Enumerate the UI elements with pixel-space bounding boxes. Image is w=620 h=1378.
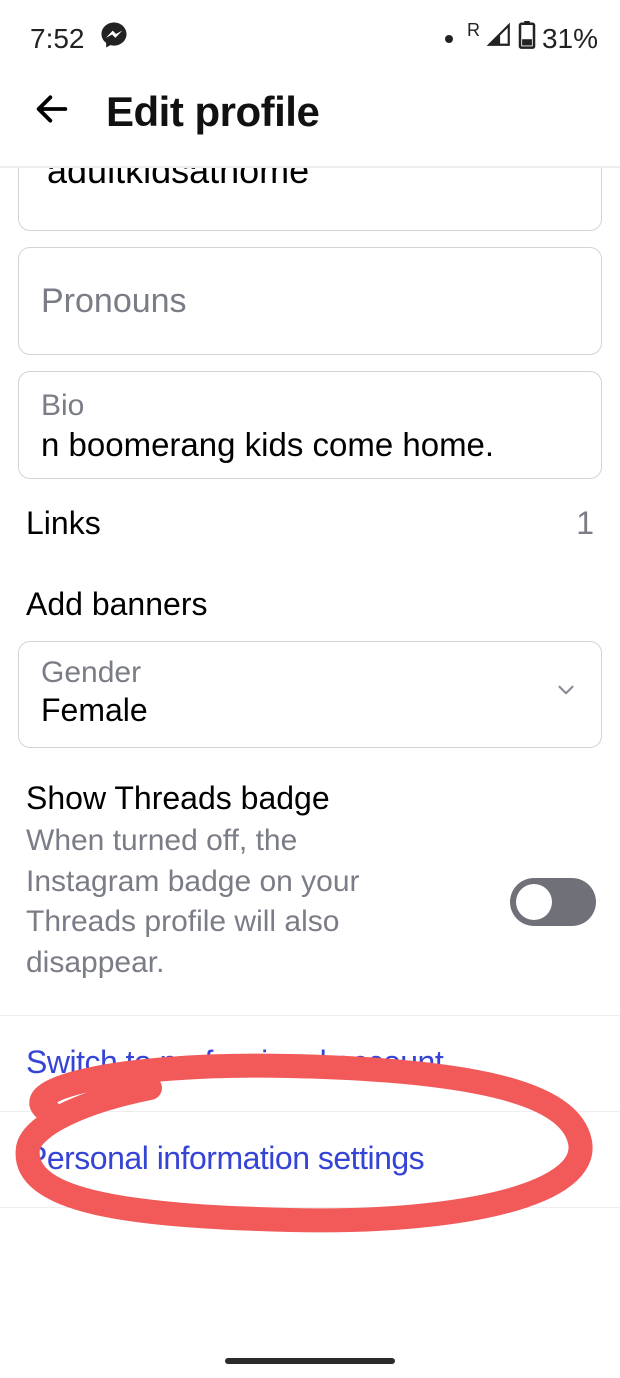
pronouns-field[interactable]: Pronouns [18, 247, 602, 355]
content: adultkidsathome Pronouns Bio n boomerang… [0, 168, 620, 1208]
bio-label: Bio [41, 384, 579, 424]
links-count: 1 [576, 505, 594, 542]
links-label: Links [26, 505, 101, 542]
switch-professional-link[interactable]: Switch to professional account [18, 1016, 602, 1111]
gender-field[interactable]: Gender Female [18, 641, 602, 748]
page-title: Edit profile [106, 88, 319, 136]
personal-info-link[interactable]: Personal information settings [18, 1112, 602, 1207]
app-header: Edit profile [0, 65, 620, 166]
status-dot-icon [445, 35, 453, 43]
threads-description: When turned off, the Instagram badge on … [26, 821, 416, 983]
threads-title: Show Threads badge [26, 780, 416, 817]
battery-percent: 31% [542, 23, 598, 55]
threads-badge-row: Show Threads badge When turned off, the … [18, 748, 602, 997]
status-left: 7:52 [30, 20, 129, 57]
gender-label: Gender [41, 656, 148, 690]
status-right: R 31% [445, 21, 598, 56]
signal-icon [486, 22, 512, 55]
battery-icon [518, 21, 536, 56]
bio-value: n boomerang kids come home. [41, 426, 579, 464]
username-field[interactable]: adultkidsathome [18, 168, 602, 231]
status-time: 7:52 [30, 23, 85, 55]
messenger-icon [99, 20, 129, 57]
gender-value: Female [41, 692, 148, 729]
bio-field[interactable]: Bio n boomerang kids come home. [18, 371, 602, 479]
username-value: adultkidsathome [47, 168, 309, 192]
toggle-knob [516, 884, 552, 920]
back-button[interactable] [26, 83, 78, 140]
divider [0, 1207, 620, 1208]
pronouns-placeholder: Pronouns [41, 282, 187, 320]
links-row[interactable]: Links 1 [18, 479, 602, 550]
roaming-indicator: R [467, 20, 480, 41]
threads-toggle[interactable] [510, 878, 596, 926]
chevron-down-icon [553, 677, 579, 708]
status-bar: 7:52 R 31% [0, 0, 620, 65]
add-banners-row[interactable]: Add banners [18, 550, 602, 641]
home-indicator [225, 1358, 395, 1364]
